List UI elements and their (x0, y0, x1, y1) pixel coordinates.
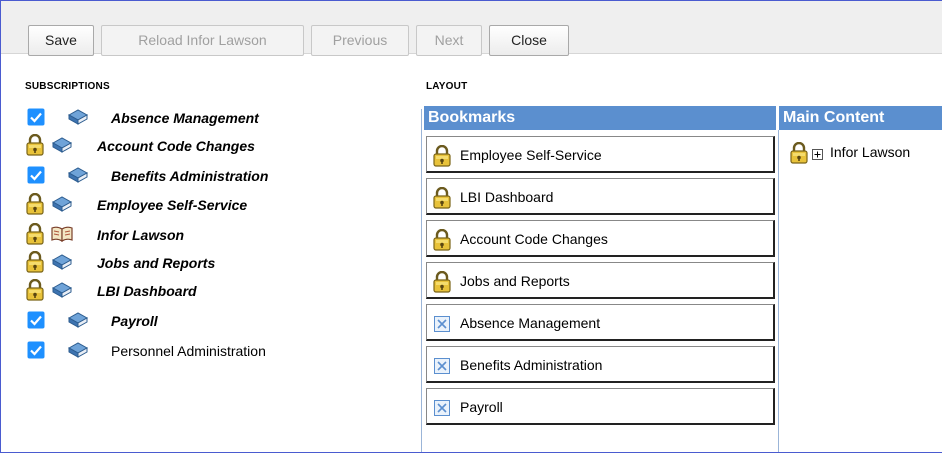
bookmark-item[interactable]: Benefits Administration (426, 346, 775, 383)
lock-icon (432, 186, 452, 212)
book-icon (51, 196, 73, 217)
subscription-label: LBI Dashboard (97, 283, 197, 299)
remove-icon[interactable] (434, 358, 450, 377)
book-icon (51, 137, 73, 158)
bookmark-label: Jobs and Reports (460, 273, 570, 289)
bookmark-item[interactable]: LBI Dashboard (426, 178, 775, 215)
window-frame: Save Reload Infor Lawson Previous Next C… (0, 0, 942, 453)
column-divider (778, 130, 779, 452)
expand-icon[interactable] (812, 148, 823, 163)
remove-icon[interactable] (434, 316, 450, 335)
lock-icon (25, 250, 45, 276)
close-button[interactable]: Close (489, 25, 569, 56)
book-icon (67, 109, 89, 130)
subscription-label: Jobs and Reports (97, 255, 216, 271)
lock-icon (789, 141, 809, 167)
lock-icon (25, 222, 45, 248)
subscription-label: Absence Management (111, 110, 259, 126)
bookmark-label: Benefits Administration (460, 357, 603, 373)
subscription-label: Personnel Administration (111, 343, 266, 359)
reload-infor-lawson-button[interactable]: Reload Infor Lawson (101, 25, 304, 56)
subscription-label: Benefits Administration (111, 168, 269, 184)
bookmark-item[interactable]: Jobs and Reports (426, 262, 775, 299)
subscription-label: Account Code Changes (97, 138, 255, 154)
lock-icon (25, 278, 45, 304)
bookmark-item[interactable]: Employee Self-Service (426, 136, 775, 173)
lock-icon (432, 270, 452, 296)
checkbox-checked-icon[interactable] (27, 108, 45, 129)
book-icon (67, 167, 89, 188)
previous-button[interactable]: Previous (311, 25, 409, 56)
bookmark-item[interactable]: Payroll (426, 388, 775, 425)
bookmark-label: Account Code Changes (460, 231, 608, 247)
bookmark-item[interactable]: Account Code Changes (426, 220, 775, 257)
save-button[interactable]: Save (28, 25, 94, 56)
bookmarks-header: Bookmarks (424, 106, 776, 130)
subscription-label: Infor Lawson (97, 227, 185, 243)
bookmark-label: Payroll (460, 399, 503, 415)
bookmark-label: LBI Dashboard (460, 189, 554, 205)
next-button[interactable]: Next (416, 25, 482, 56)
checkbox-checked-icon[interactable] (27, 311, 45, 332)
checkbox-checked-icon[interactable] (27, 166, 45, 187)
lock-icon (25, 192, 45, 218)
open-book-icon (51, 226, 73, 247)
book-icon (67, 342, 89, 363)
bookmark-label: Absence Management (460, 315, 601, 331)
main-content-header: Main Content (779, 106, 942, 130)
main-content-label: Infor Lawson (830, 144, 911, 160)
checkbox-checked-icon[interactable] (27, 341, 45, 362)
subscription-label: Payroll (111, 313, 158, 329)
subscription-label: Employee Self-Service (97, 197, 248, 213)
lock-icon (432, 144, 452, 170)
book-icon (51, 254, 73, 275)
lock-icon (25, 133, 45, 159)
layout-title: Layout (426, 76, 468, 92)
remove-icon[interactable] (434, 400, 450, 419)
panel-divider (421, 109, 422, 452)
book-icon (67, 312, 89, 333)
subscriptions-title: Subscriptions (25, 76, 110, 92)
bookmark-item[interactable]: Absence Management (426, 304, 775, 341)
lock-icon (432, 228, 452, 254)
book-icon (51, 282, 73, 303)
bookmark-label: Employee Self-Service (460, 147, 602, 163)
